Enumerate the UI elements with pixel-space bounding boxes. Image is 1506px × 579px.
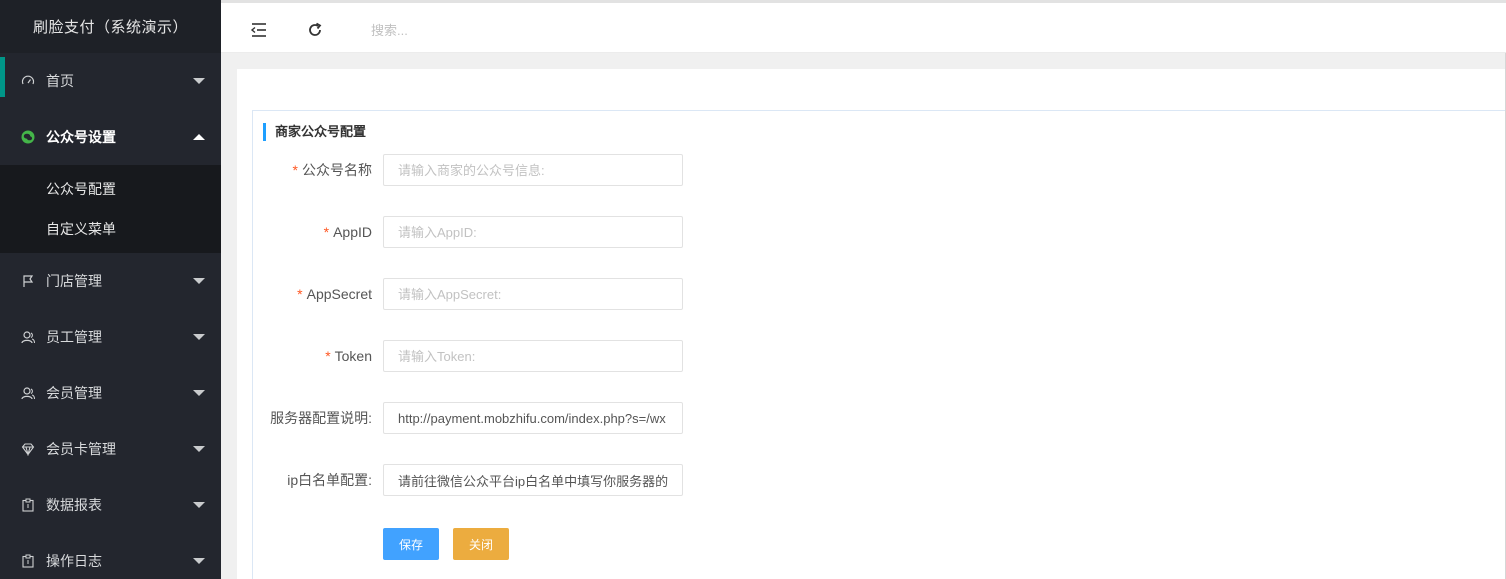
field-label: * Token <box>325 348 372 364</box>
chevron-down-icon <box>193 334 205 340</box>
sidebar-item-wechat-settings[interactable]: 公众号设置 <box>0 109 221 165</box>
save-button[interactable]: 保存 <box>383 528 439 560</box>
main-content: 商家公众号配置 *公众号名称 *AppID *AppSecret *Token … <box>237 69 1506 579</box>
chevron-down-icon <box>193 446 205 452</box>
close-button[interactable]: 关闭 <box>453 528 509 560</box>
app-title: 刷脸支付（系统演示） <box>0 0 221 53</box>
gauge-icon <box>20 73 36 89</box>
server-config-field[interactable] <box>383 402 683 434</box>
field-row-account-name: * 公众号名称 <box>253 154 953 186</box>
refresh-icon[interactable] <box>305 20 325 40</box>
field-row-server-config: 服务器配置说明: <box>253 402 953 434</box>
field-label: * AppSecret <box>297 286 372 302</box>
collapse-menu-icon[interactable] <box>249 20 269 40</box>
field-label: * 公众号名称 <box>292 162 372 178</box>
chevron-down-icon <box>193 502 205 508</box>
chevron-down-icon <box>193 78 205 84</box>
sidebar-item-label: 员工管理 <box>46 329 102 345</box>
user-icon <box>20 329 36 345</box>
sidebar-item-logs[interactable]: 操作日志 <box>0 533 221 579</box>
header <box>221 0 1506 53</box>
diamond-icon <box>20 441 36 457</box>
field-label: 服务器配置说明: <box>270 410 372 426</box>
sidebar-item-staff[interactable]: 员工管理 <box>0 309 221 365</box>
wechat-icon <box>20 129 36 145</box>
sidebar-item-label: 首页 <box>46 73 74 89</box>
required-mark: * <box>325 348 331 364</box>
sidebar-subitem-custom-menu[interactable]: 自定义菜单 <box>0 209 221 249</box>
flag-icon <box>20 273 36 289</box>
sidebar-item-member-cards[interactable]: 会员卡管理 <box>0 421 221 477</box>
required-mark: * <box>297 286 303 302</box>
sidebar-item-store[interactable]: 门店管理 <box>0 253 221 309</box>
chevron-up-icon <box>193 134 205 140</box>
chevron-down-icon <box>193 278 205 284</box>
sidebar-item-label: 数据报表 <box>46 497 102 513</box>
sidebar-item-label: 门店管理 <box>46 273 102 289</box>
sidebar-item-label: 公众号设置 <box>46 129 116 145</box>
user-icon <box>20 385 36 401</box>
sidebar: 刷脸支付（系统演示） 首页 公众号设置 公众号配置 自定义菜单 门店管理 员工管… <box>0 0 221 579</box>
field-label: * AppID <box>323 224 372 240</box>
config-panel: 商家公众号配置 *公众号名称 *AppID *AppSecret *Token … <box>252 110 1506 579</box>
clipboard-icon <box>20 497 36 513</box>
required-mark: * <box>323 224 330 240</box>
token-field[interactable] <box>383 340 683 372</box>
field-row-appsecret: * AppSecret <box>253 278 953 310</box>
appid-field[interactable] <box>383 216 683 248</box>
sidebar-item-reports[interactable]: 数据报表 <box>0 477 221 533</box>
sidebar-item-label: 操作日志 <box>46 553 102 569</box>
clipboard-icon <box>20 553 36 569</box>
account-name-field[interactable] <box>383 154 683 186</box>
field-row-token: * Token <box>253 340 953 372</box>
sidebar-item-members[interactable]: 会员管理 <box>0 365 221 421</box>
sidebar-item-label: 会员管理 <box>46 385 102 401</box>
chevron-down-icon <box>193 558 205 564</box>
panel-title: 商家公众号配置 <box>263 123 366 141</box>
ip-whitelist-field[interactable] <box>383 464 683 496</box>
submenu-wechat: 公众号配置 自定义菜单 <box>0 165 221 253</box>
chevron-down-icon <box>193 390 205 396</box>
required-mark: * <box>292 162 298 178</box>
field-row-appid: * AppID <box>253 216 953 248</box>
appsecret-field[interactable] <box>383 278 683 310</box>
search-input[interactable] <box>371 17 611 43</box>
field-label: ip白名单配置: <box>287 472 372 488</box>
sidebar-item-label: 会员卡管理 <box>46 441 116 457</box>
sidebar-item-home[interactable]: 首页 <box>0 53 221 109</box>
field-row-ip-whitelist: ip白名单配置: <box>253 464 953 496</box>
sidebar-subitem-wechat-config[interactable]: 公众号配置 <box>0 169 221 209</box>
